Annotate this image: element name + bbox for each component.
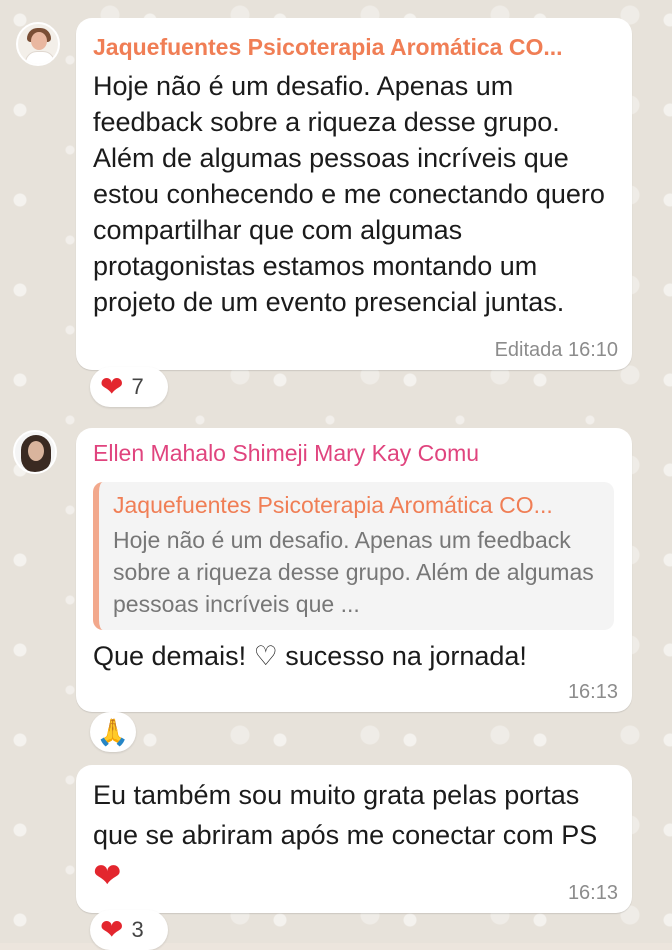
message-text-content: Eu também sou muito grata pelas portas q… — [93, 780, 598, 850]
message-timestamp: 16:13 — [567, 681, 618, 703]
quoted-sender: Jaquefuentes Psicoterapia Aromática CO..… — [113, 492, 553, 518]
avatar-body — [25, 51, 55, 64]
message-text: Hoje não é um desafio. Apenas um feedbac… — [93, 71, 605, 317]
message-text: Eu também sou muito grata pelas portas q… — [93, 775, 614, 896]
reaction-badge[interactable]: 🙏 — [90, 712, 136, 752]
reaction-badge[interactable]: ❤ 7 — [90, 367, 168, 407]
message-timestamp: Editada 16:10 — [494, 339, 618, 361]
message-bubble[interactable]: Eu também sou muito grata pelas portas q… — [76, 765, 632, 913]
avatar-face — [28, 441, 44, 461]
reaction-count: 7 — [131, 374, 144, 399]
message-text: Que demais! ♡ sucesso na jornada! — [93, 641, 527, 671]
message-bubble[interactable]: Jaquefuentes Psicoterapia Aromática CO..… — [76, 18, 632, 370]
heart-icon: ❤ — [93, 857, 122, 895]
reaction-badge[interactable]: ❤ 3 — [90, 910, 168, 950]
sender-name[interactable]: Jaquefuentes Psicoterapia Aromática CO..… — [93, 32, 614, 62]
heart-icon: ❤ — [100, 914, 124, 945]
quoted-message[interactable]: Jaquefuentes Psicoterapia Aromática CO..… — [93, 482, 614, 630]
avatar-face — [31, 32, 47, 50]
avatar[interactable] — [13, 430, 57, 474]
sender-name[interactable]: Ellen Mahalo Shimeji Mary Kay Comu — [93, 438, 614, 468]
folded-hands-icon: 🙏 — [96, 717, 130, 747]
heart-icon: ❤ — [100, 371, 124, 402]
message-bubble[interactable]: Ellen Mahalo Shimeji Mary Kay Comu Jaque… — [76, 428, 632, 712]
reaction-count: 3 — [131, 917, 144, 942]
message-timestamp: 16:13 — [567, 882, 618, 904]
avatar[interactable] — [16, 22, 60, 66]
quoted-text: Hoje não é um desafio. Apenas um feedbac… — [113, 527, 594, 617]
